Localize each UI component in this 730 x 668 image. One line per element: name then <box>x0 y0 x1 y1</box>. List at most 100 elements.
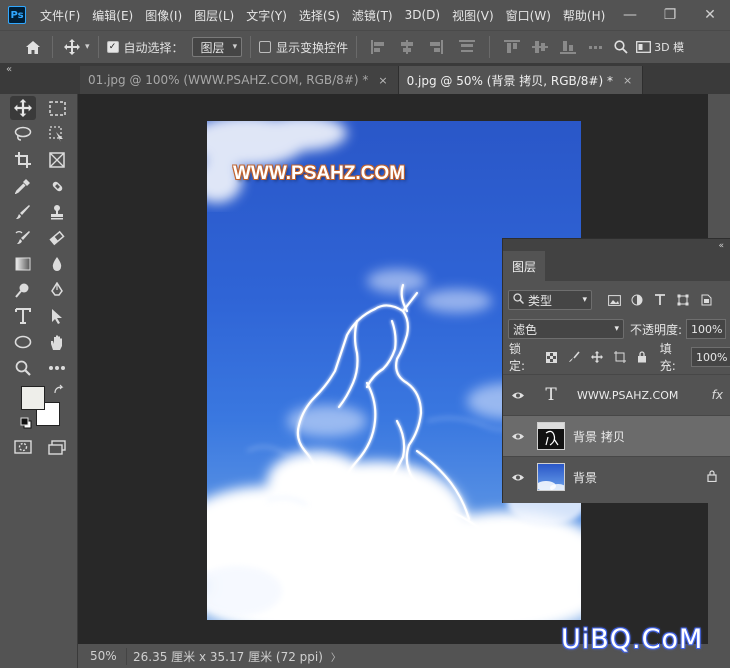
menu-file[interactable]: 文件(F) <box>34 7 86 24</box>
lock-image-pixels-icon[interactable] <box>567 349 583 365</box>
menu-filter[interactable]: 滤镜(T) <box>346 7 399 24</box>
align-left-icon[interactable] <box>371 40 387 54</box>
screen-mode-icon[interactable] <box>44 435 70 459</box>
blur-tool-icon[interactable] <box>44 252 70 276</box>
align-right-icon[interactable] <box>427 40 444 54</box>
options-bar: ▾ ✓ 自动选择： 图层 ▾ 显示变换控件 3D 模 <box>0 30 730 64</box>
brush-tool-icon[interactable] <box>10 200 36 224</box>
menu-edit[interactable]: 编辑(E) <box>86 7 139 24</box>
search-icon[interactable] <box>610 36 632 58</box>
tab-layers[interactable]: 图层 <box>503 251 545 281</box>
eye-icon[interactable] <box>503 391 533 400</box>
menu-3d[interactable]: 3D(D) <box>399 8 446 22</box>
collapse-toolbar-icon[interactable]: « <box>6 64 12 75</box>
filter-shape-layers-icon[interactable] <box>675 292 691 308</box>
layer-row-text[interactable]: T WWW.PSAHZ.COM fx <box>503 374 730 415</box>
healing-brush-tool-icon[interactable] <box>44 174 70 198</box>
lock-transparent-pixels-icon[interactable] <box>544 349 560 365</box>
opacity-label: 不透明度: <box>630 322 683 337</box>
tab-label: 01.jpg @ 100% (WWW.PSAHZ.COM, RGB/8#) * <box>88 73 369 87</box>
menu-type[interactable]: 文字(Y) <box>240 7 293 24</box>
filter-smart-objects-icon[interactable] <box>698 292 714 308</box>
more-tools-icon[interactable] <box>44 356 70 380</box>
status-menu-icon[interactable]: 〉 <box>331 649 341 664</box>
workspace-icon[interactable] <box>632 36 654 58</box>
close-tab-icon[interactable]: × <box>378 74 387 87</box>
menu-window[interactable]: 窗口(W) <box>500 7 557 24</box>
filter-type-layers-icon[interactable] <box>652 292 668 308</box>
blend-mode-dropdown[interactable]: 滤色 ▾ <box>508 319 624 339</box>
menu-layer[interactable]: 图层(L) <box>188 7 240 24</box>
ellipse-tool-icon[interactable] <box>10 330 36 354</box>
3d-mode-label: 3D 模 <box>654 41 685 54</box>
menu-select[interactable]: 选择(S) <box>293 7 346 24</box>
lasso-tool-icon[interactable] <box>10 122 36 146</box>
distribute-top-icon[interactable] <box>504 40 521 54</box>
object-selection-tool-icon[interactable] <box>44 122 70 146</box>
minimize-button[interactable]: — <box>610 0 650 30</box>
gradient-tool-icon[interactable] <box>10 252 36 276</box>
chevron-down-icon[interactable]: ▾ <box>85 42 90 52</box>
marquee-tool-icon[interactable] <box>44 96 70 120</box>
lock-position-icon[interactable] <box>589 349 605 365</box>
lock-all-icon[interactable] <box>634 349 650 365</box>
eraser-tool-icon[interactable] <box>44 226 70 250</box>
move-tool-icon[interactable] <box>10 96 36 120</box>
menu-view[interactable]: 视图(V) <box>446 7 500 24</box>
separator <box>356 36 358 58</box>
lock-artboard-icon[interactable] <box>612 349 628 365</box>
opacity-input[interactable]: 100% <box>686 319 727 339</box>
align-center-horizontal-icon[interactable] <box>399 40 415 54</box>
tab-0-jpg[interactable]: 0.jpg @ 50% (背景 拷贝, RGB/8#) * × <box>398 66 644 94</box>
filter-pixel-layers-icon[interactable] <box>606 292 622 308</box>
menu-help[interactable]: 帮助(H) <box>557 7 611 24</box>
swap-colors-icon[interactable] <box>53 384 65 396</box>
canvas-watermark-text: WWW.PSAHZ.COM <box>233 163 406 184</box>
hand-tool-icon[interactable] <box>44 330 70 354</box>
restore-button[interactable]: ❐ <box>650 0 690 30</box>
eyedropper-tool-icon[interactable] <box>10 174 36 198</box>
collapse-panel-icon[interactable]: « <box>718 241 724 251</box>
fill-input[interactable]: 100% <box>690 347 730 367</box>
frame-tool-icon[interactable] <box>44 148 70 172</box>
quick-mask-icon[interactable] <box>10 435 36 459</box>
blend-mode-value: 滤色 <box>513 322 538 337</box>
separator <box>97 36 99 58</box>
foreground-color-swatch[interactable] <box>21 386 45 410</box>
home-icon[interactable] <box>22 36 44 58</box>
tab-01-jpg[interactable]: 01.jpg @ 100% (WWW.PSAHZ.COM, RGB/8#) * … <box>80 66 399 94</box>
zoom-tool-icon[interactable] <box>10 356 36 380</box>
history-brush-tool-icon[interactable] <box>10 226 36 250</box>
lock-icon[interactable] <box>707 469 717 485</box>
dodge-tool-icon[interactable] <box>10 278 36 302</box>
type-tool-icon[interactable] <box>10 304 36 328</box>
more-options-icon[interactable] <box>588 40 604 54</box>
layer-row-background-copy[interactable]: 背景 拷贝 <box>503 415 730 456</box>
crop-tool-icon[interactable] <box>10 148 36 172</box>
auto-select-checkbox[interactable]: ✓ <box>106 41 119 53</box>
align-top-icon[interactable] <box>459 40 476 54</box>
lock-row: 锁定: 填充: 100% <box>503 342 730 373</box>
menu-image[interactable]: 图像(I) <box>139 7 188 24</box>
auto-select-label: 自动选择： <box>123 40 184 55</box>
distribute-vertical-center-icon[interactable] <box>532 40 549 54</box>
zoom-level[interactable]: 50% <box>78 649 126 663</box>
move-tool-icon[interactable] <box>61 36 83 58</box>
close-window-button[interactable]: ✕ <box>690 0 730 30</box>
filter-adjustment-layers-icon[interactable] <box>629 292 645 308</box>
path-selection-tool-icon[interactable] <box>44 304 70 328</box>
show-transform-checkbox[interactable] <box>259 41 272 53</box>
auto-select-target-dropdown[interactable]: 图层 ▾ <box>191 37 243 57</box>
layer-filter-dropdown[interactable]: 类型 ▾ <box>508 290 592 310</box>
layers-panel: « 图层 类型 ▾ 滤色 ▾ 不透明度: 100% 锁定: 填充: 100% T… <box>502 238 730 503</box>
tools-panel <box>0 94 78 668</box>
clone-stamp-tool-icon[interactable] <box>44 200 70 224</box>
close-tab-icon[interactable]: × <box>623 74 632 87</box>
layer-effects-icon[interactable]: fx <box>712 388 723 402</box>
eye-icon[interactable] <box>503 473 533 482</box>
pen-tool-icon[interactable] <box>44 278 70 302</box>
distribute-bottom-icon[interactable] <box>560 40 577 54</box>
eye-icon[interactable] <box>503 432 533 441</box>
default-colors-icon[interactable] <box>20 417 32 429</box>
layer-row-background[interactable]: 背景 <box>503 456 730 497</box>
